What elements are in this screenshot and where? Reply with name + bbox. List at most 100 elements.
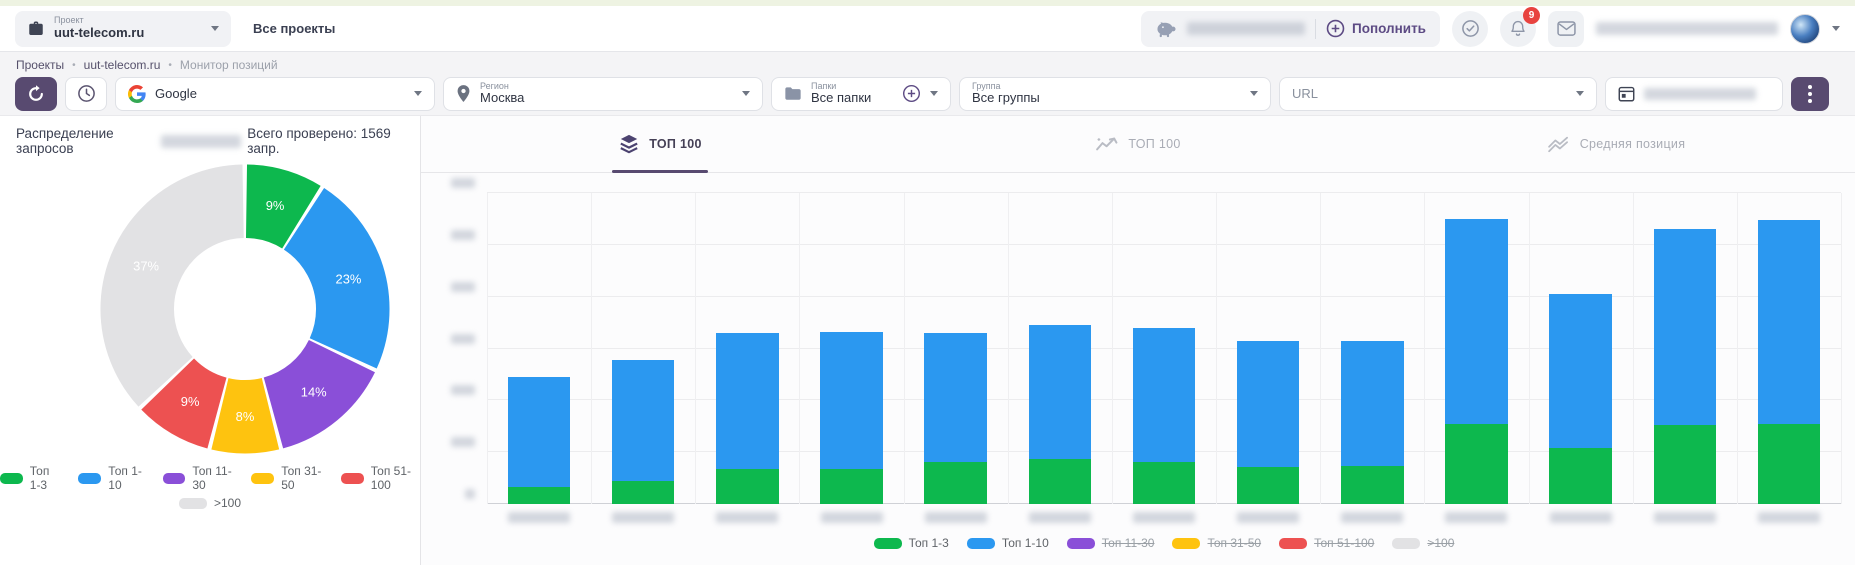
donut-legend-item[interactable]: >100 bbox=[179, 496, 241, 510]
stacked-bar[interactable] bbox=[1654, 229, 1716, 504]
bar-slot bbox=[904, 193, 1008, 504]
stacked-bar[interactable] bbox=[1445, 219, 1507, 504]
stacked-bar[interactable] bbox=[1341, 341, 1403, 504]
stacked-bar[interactable] bbox=[1029, 325, 1091, 504]
bar-segment-топ1-3[interactable] bbox=[1341, 466, 1403, 504]
bar-segment-топ1-3[interactable] bbox=[1758, 424, 1820, 504]
calendar-icon bbox=[1618, 85, 1635, 102]
bar-legend-item[interactable]: Топ 51-100 bbox=[1279, 536, 1374, 550]
donut-segment-label: 37% bbox=[133, 259, 159, 274]
bar-segment-топ1-10[interactable] bbox=[820, 332, 882, 469]
bar-segment-топ1-3[interactable] bbox=[1654, 425, 1716, 504]
stacked-bar[interactable] bbox=[1549, 294, 1611, 504]
bar-segment-топ1-10[interactable] bbox=[716, 333, 778, 469]
legend-label: >100 bbox=[214, 496, 241, 510]
bar-slot bbox=[591, 193, 695, 504]
region-select[interactable]: Регион Москва bbox=[443, 77, 763, 111]
legend-label: Топ 1-10 bbox=[108, 464, 146, 492]
stacked-bar[interactable] bbox=[1758, 220, 1820, 504]
chevron-down-icon bbox=[1250, 91, 1258, 96]
tab-average-position[interactable]: Средняя позиция bbox=[1377, 116, 1855, 172]
bar-segment-топ1-10[interactable] bbox=[1549, 294, 1611, 448]
search-engine-select[interactable]: Google bbox=[115, 77, 435, 111]
bar-segment-топ1-3[interactable] bbox=[1549, 448, 1611, 504]
notifications-button[interactable]: 9 bbox=[1500, 11, 1536, 47]
donut-legend-item[interactable]: Топ 1-10 bbox=[78, 464, 146, 492]
account-menu-caret[interactable] bbox=[1832, 26, 1840, 31]
add-folder-icon[interactable] bbox=[902, 84, 921, 103]
bar-segment-топ1-10[interactable] bbox=[1654, 229, 1716, 425]
google-logo-icon bbox=[128, 85, 146, 103]
legend-label: Топ 1-3 bbox=[909, 536, 949, 550]
tasks-button[interactable] bbox=[1452, 11, 1488, 47]
group-select[interactable]: Группа Все группы bbox=[959, 77, 1271, 111]
more-actions-button[interactable] bbox=[1791, 77, 1829, 111]
bar-slot bbox=[1112, 193, 1216, 504]
bar-slot bbox=[1216, 193, 1320, 504]
breadcrumb-projects[interactable]: Проекты bbox=[16, 58, 64, 72]
date-range-picker[interactable] bbox=[1605, 77, 1783, 111]
stacked-bar[interactable] bbox=[1133, 328, 1195, 504]
bar-segment-топ1-10[interactable] bbox=[1758, 220, 1820, 424]
bar-segment-топ1-3[interactable] bbox=[612, 481, 674, 504]
bar-segment-топ1-10[interactable] bbox=[1029, 325, 1091, 460]
url-select[interactable]: URL bbox=[1279, 77, 1597, 111]
history-button[interactable] bbox=[65, 77, 107, 111]
all-projects-link[interactable]: Все проекты bbox=[253, 21, 335, 36]
stacked-bar[interactable] bbox=[508, 377, 570, 504]
bar-legend-item[interactable]: Топ 1-10 bbox=[967, 536, 1049, 550]
stacked-bar[interactable] bbox=[716, 333, 778, 504]
bar-segment-топ1-3[interactable] bbox=[1029, 459, 1091, 504]
bar-legend-item[interactable]: Топ 31-50 bbox=[1172, 536, 1261, 550]
project-selector[interactable]: Проект uut-telecom.ru bbox=[15, 11, 231, 47]
donut-chart: 9%23%14%8%9%37% bbox=[96, 160, 394, 458]
bar-chart-legend: Топ 1-3 Топ 1-10 Топ 11-30 Топ 31-50 Топ 51-… bbox=[487, 536, 1841, 550]
bar-slot bbox=[1008, 193, 1112, 504]
plus-circle-icon bbox=[1326, 19, 1345, 38]
bar-segment-топ1-10[interactable] bbox=[508, 377, 570, 487]
donut-legend-item[interactable]: Топ 11-30 bbox=[163, 464, 236, 492]
bar-segment-топ1-10[interactable] bbox=[1133, 328, 1195, 461]
bar-segment-топ1-3[interactable] bbox=[508, 487, 570, 504]
bar-segment-топ1-3[interactable] bbox=[820, 469, 882, 504]
bar-segment-топ1-10[interactable] bbox=[612, 360, 674, 480]
stacked-bar[interactable] bbox=[1237, 341, 1299, 504]
bar-segment-топ1-3[interactable] bbox=[716, 469, 778, 504]
bar-segment-топ1-10[interactable] bbox=[924, 333, 986, 462]
bar-segment-топ1-3[interactable] bbox=[924, 462, 986, 505]
bar-legend-item[interactable]: Топ 1-3 bbox=[874, 536, 949, 550]
breadcrumb-separator: • bbox=[72, 60, 76, 71]
refresh-icon bbox=[26, 84, 46, 104]
x-tick-label-blurred bbox=[925, 512, 987, 523]
legend-swatch bbox=[179, 498, 207, 509]
bar-segment-топ1-10[interactable] bbox=[1237, 341, 1299, 466]
trend-line-icon bbox=[1095, 135, 1119, 153]
refresh-button[interactable] bbox=[15, 77, 57, 111]
bar-legend-item[interactable]: Топ 11-30 bbox=[1067, 536, 1155, 550]
bar-legend-item[interactable]: >100 bbox=[1392, 536, 1454, 550]
messages-button[interactable] bbox=[1548, 11, 1584, 47]
stacked-bar[interactable] bbox=[612, 360, 674, 504]
legend-swatch bbox=[1067, 538, 1095, 549]
donut-legend-item[interactable]: Топ 51-100 bbox=[341, 464, 420, 492]
avatar[interactable] bbox=[1790, 14, 1820, 44]
piggy-bank-icon bbox=[1155, 20, 1177, 38]
donut-legend-item[interactable]: Топ 1-3 bbox=[0, 464, 62, 492]
breadcrumb-project[interactable]: uut-telecom.ru bbox=[84, 58, 161, 72]
distribution-panel: Распределение запросов Всего проверено: … bbox=[0, 116, 421, 565]
tab-top100-stacked[interactable]: ТОП 100 bbox=[421, 116, 899, 172]
donut-legend-item[interactable]: Топ 31-50 bbox=[251, 464, 325, 492]
stacked-bar[interactable] bbox=[820, 332, 882, 504]
y-tick-label-blurred bbox=[451, 334, 475, 344]
y-tick-label-blurred bbox=[451, 282, 475, 292]
folders-select[interactable]: Папки Все папки bbox=[771, 77, 951, 111]
bar-segment-топ1-10[interactable] bbox=[1341, 341, 1403, 465]
stacked-bar[interactable] bbox=[924, 333, 986, 504]
tab-top100-line[interactable]: ТОП 100 bbox=[899, 116, 1377, 172]
topup-button[interactable]: Пополнить bbox=[1326, 19, 1426, 38]
bar-segment-топ1-3[interactable] bbox=[1237, 467, 1299, 504]
bar-segment-топ1-10[interactable] bbox=[1445, 219, 1507, 424]
bar-segment-топ1-3[interactable] bbox=[1445, 424, 1507, 504]
bar-segment-топ1-3[interactable] bbox=[1133, 462, 1195, 505]
project-value: uut-telecom.ru bbox=[54, 26, 202, 40]
